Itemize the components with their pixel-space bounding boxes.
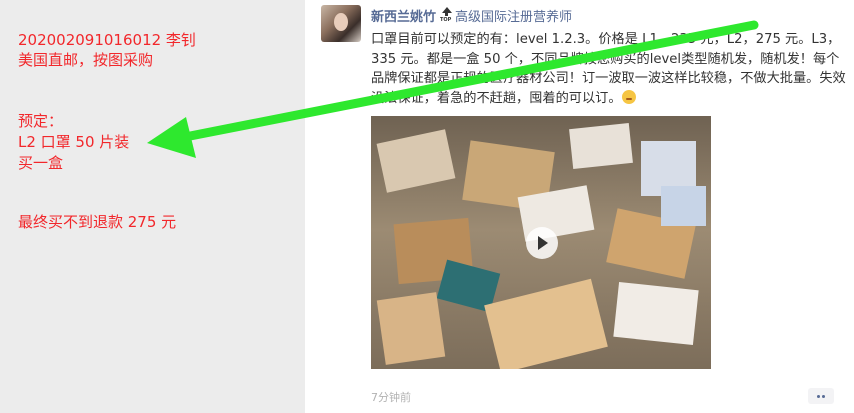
reserve-label: 预定： xyxy=(18,112,64,130)
quantity-line: 买一盒 xyxy=(18,154,64,172)
post-header: 新西兰姚竹 TOP 高级国际注册营养师 xyxy=(371,6,572,28)
user-title: 高级国际注册营养师 xyxy=(455,10,573,25)
annotation-panel: 202002091016012 李钊 美国直邮，按图采购 预定： L2 口罩 5… xyxy=(0,0,305,413)
item-line: L2 口罩 50 片装 xyxy=(18,133,130,151)
video-thumbnail[interactable] xyxy=(371,116,711,369)
play-icon xyxy=(538,236,548,250)
avatar-face xyxy=(334,13,348,31)
top-badge-icon: TOP xyxy=(440,7,453,25)
username-link[interactable]: 新西兰姚竹 xyxy=(371,10,436,25)
moments-post: 新西兰姚竹 TOP 高级国际注册营养师 口罩目前可以预定的有：level 1.2.3… xyxy=(305,0,854,413)
avatar[interactable] xyxy=(321,5,361,42)
purchase-line: 美国直邮，按图采购 xyxy=(18,51,154,69)
play-button[interactable] xyxy=(526,227,558,259)
grin-emoji-icon xyxy=(621,89,636,104)
post-text: 口罩目前可以预定的有：level 1.2.3。价格是 L1，235 元，L2，2… xyxy=(371,32,846,106)
result-line: 最终买不到退款 275 元 xyxy=(18,213,177,231)
post-time: 7分钟前 xyxy=(371,391,411,404)
more-dots-icon[interactable] xyxy=(808,388,834,404)
order-id-line: 202002091016012 李钊 xyxy=(18,31,196,49)
